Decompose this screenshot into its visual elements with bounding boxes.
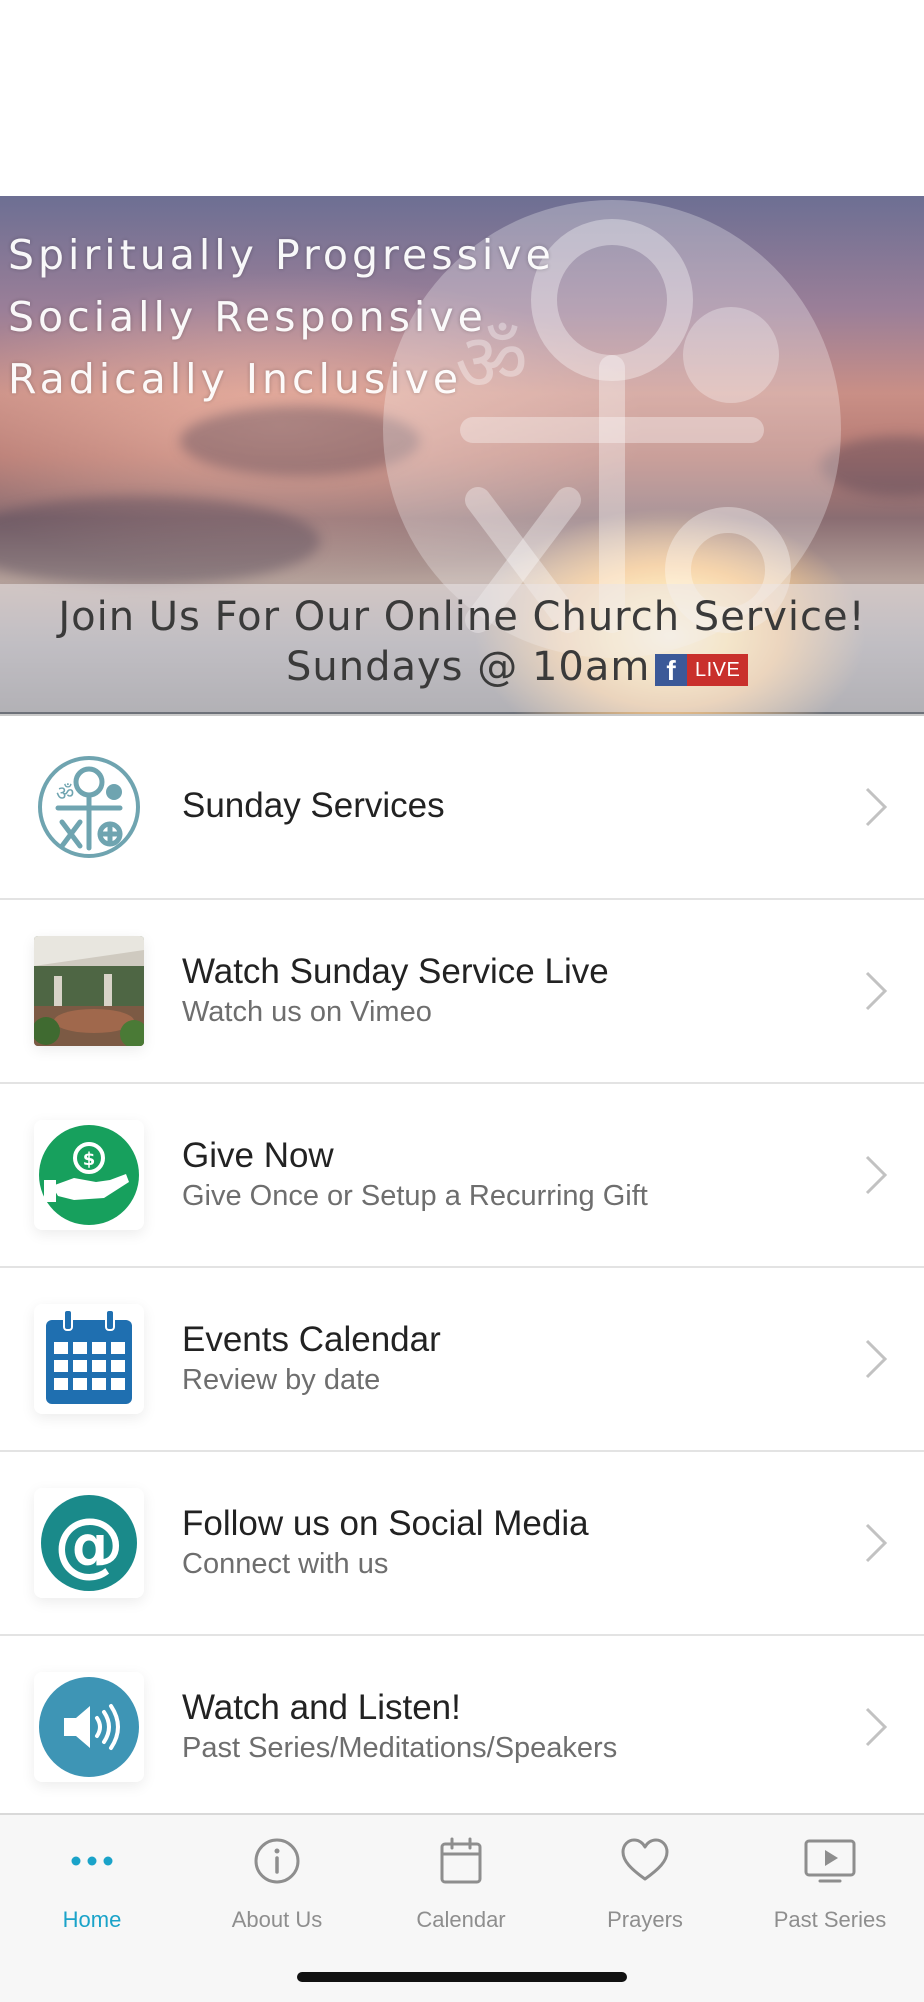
list-item-watch-listen[interactable]: Watch and Listen! Past Series/Meditation… [0, 1636, 924, 1818]
motto: Spiritually Progressive Socially Respons… [8, 224, 555, 410]
more-dots-icon [71, 1856, 113, 1866]
giving-hand-icon: $ [34, 1120, 144, 1230]
facebook-icon: f [655, 654, 687, 686]
live-label: LIVE [687, 654, 749, 686]
menu-list: ॐ Sunday Services Watch Sunday Service L… [0, 716, 924, 1818]
tab-past-series[interactable]: Past Series [738, 1835, 922, 1933]
tab-label: Past Series [773, 1907, 887, 1932]
item-title: Give Now [182, 1136, 334, 1175]
list-item-sunday-services[interactable]: ॐ Sunday Services [0, 716, 924, 900]
motto-line: Spiritually Progressive [8, 231, 555, 279]
list-item-events-calendar[interactable]: Events Calendar Review by date [0, 1268, 924, 1452]
service-time: Sundays @ 10am [286, 644, 651, 690]
chevron-right-icon [865, 1339, 888, 1379]
chevron-right-icon [865, 971, 888, 1011]
item-title: Events Calendar [182, 1320, 441, 1359]
tab-label: Prayers [607, 1907, 683, 1932]
sanctuary-photo [34, 936, 144, 1046]
hero-banner[interactable]: ॐ Spiritually Progressive Socially Respo… [0, 196, 924, 716]
home-indicator[interactable] [297, 1972, 627, 1982]
item-subtitle: Past Series/Meditations/Speakers [182, 1732, 618, 1764]
speaker-icon [34, 1672, 144, 1782]
tab-label: Calendar [416, 1907, 506, 1932]
service-headline: Join Us For Our Online Church Service! [58, 594, 866, 640]
tab-prayers[interactable]: Prayers [553, 1835, 737, 1933]
tab-label: About Us [231, 1907, 323, 1932]
item-subtitle: Review by date [182, 1364, 381, 1396]
cloud-shape [0, 496, 320, 586]
motto-line: Socially Responsive [8, 293, 487, 341]
item-title: Sunday Services [182, 786, 445, 825]
calendar-icon [440, 1837, 482, 1884]
svg-text:ॐ: ॐ [56, 781, 74, 805]
info-icon [254, 1838, 300, 1884]
list-item-social-media[interactable]: @ Follow us on Social Media Connect with… [0, 1452, 924, 1636]
status-bar-area [0, 0, 924, 196]
tab-home[interactable]: Home [0, 1835, 184, 1933]
calendar-icon [34, 1304, 144, 1414]
item-title: Follow us on Social Media [182, 1504, 589, 1543]
at-sign-icon: @ [34, 1488, 144, 1598]
tab-label: Home [62, 1907, 122, 1932]
item-title: Watch and Listen! [182, 1688, 461, 1727]
motto-line: Radically Inclusive [8, 355, 463, 403]
list-item-watch-live[interactable]: Watch Sunday Service Live Watch us on Vi… [0, 900, 924, 1084]
service-banner: Join Us For Our Online Church Service! S… [0, 584, 924, 712]
chevron-right-icon [865, 1155, 888, 1195]
svg-text:@: @ [54, 1503, 124, 1585]
chevron-right-icon [865, 1707, 888, 1747]
play-screen-icon [804, 1839, 856, 1883]
svg-text:$: $ [83, 1149, 96, 1170]
facebook-live-badge: f LIVE [655, 654, 749, 686]
heart-icon [621, 1838, 669, 1881]
chevron-right-icon [865, 787, 888, 827]
chevron-right-icon [865, 1523, 888, 1563]
item-subtitle: Give Once or Setup a Recurring Gift [182, 1180, 648, 1212]
tab-calendar[interactable]: Calendar [369, 1835, 553, 1933]
item-subtitle: Connect with us [182, 1548, 389, 1580]
tab-about-us[interactable]: About Us [185, 1835, 369, 1933]
list-item-give-now[interactable]: $ Give Now Give Once or Setup a Recurrin… [0, 1084, 924, 1268]
item-subtitle: Watch us on Vimeo [182, 996, 432, 1028]
item-title: Watch Sunday Service Live [182, 952, 609, 991]
interfaith-symbol-icon: ॐ [34, 752, 144, 862]
